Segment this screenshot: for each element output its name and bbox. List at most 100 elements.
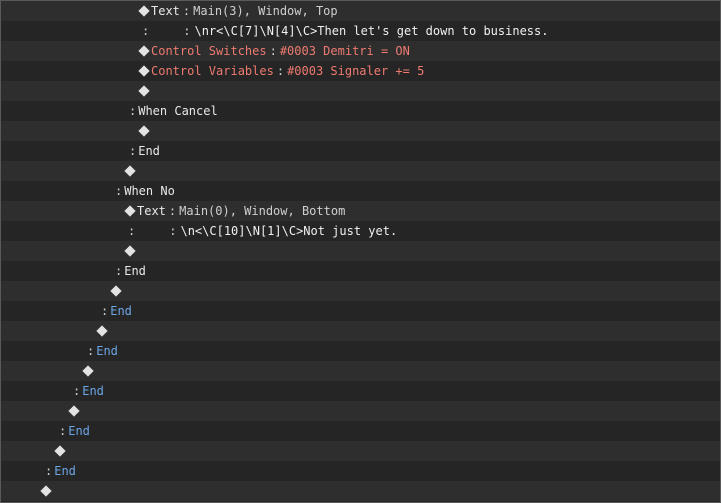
row-content: : When No [115, 181, 175, 201]
row-content [40, 481, 53, 501]
row-content: :: \nr<\C[7]\N[4]\C>Then let's get down t… [138, 21, 548, 41]
row-content [138, 81, 151, 101]
row-content: : End [87, 341, 118, 361]
event-command-rows: Text: Main(3), Window, Top:: \nr<\C[7]\N[4… [1, 1, 720, 501]
command-marker-icon [40, 485, 52, 497]
command-marker-icon [110, 285, 122, 297]
event-command-row[interactable]: :: \n<\C[10]\N[1]\C>Not just yet. [1, 221, 720, 241]
row-content: Control Switches: #0003 Demitri = ON [138, 41, 410, 61]
row-content [96, 321, 109, 341]
command-separator: : [276, 64, 285, 78]
continuation-colon: : [87, 344, 95, 358]
command-name: Control Variables [151, 64, 274, 78]
message-text: \nr<\C[7]\N[4]\C>Then let's get down to … [194, 24, 549, 38]
command-marker-icon [124, 245, 136, 257]
row-content [124, 241, 137, 261]
row-content: : End [73, 381, 104, 401]
event-command-row[interactable] [1, 361, 720, 381]
command-separator: : [168, 204, 177, 218]
command-marker-icon [138, 125, 150, 137]
branch-label: End [138, 144, 160, 158]
event-command-row[interactable]: Text: Main(3), Window, Top [1, 1, 720, 21]
event-command-row[interactable] [1, 121, 720, 141]
branch-label: End [54, 464, 76, 478]
event-command-row[interactable] [1, 241, 720, 261]
row-content [68, 401, 81, 421]
row-content: : End [115, 261, 146, 281]
event-command-row[interactable]: : End [1, 461, 720, 481]
command-name: Text [151, 4, 180, 18]
command-marker-icon [124, 165, 136, 177]
command-marker-icon [68, 405, 80, 417]
command-separator: : [269, 44, 277, 58]
row-content: : End [101, 301, 132, 321]
continuation-colon: : [45, 464, 53, 478]
event-command-row[interactable]: :: \nr<\C[7]\N[4]\C>Then let's get down t… [1, 21, 720, 41]
command-marker-icon [138, 85, 150, 97]
row-content: : End [45, 461, 76, 481]
branch-label: End [82, 384, 104, 398]
event-command-row[interactable]: : When Cancel [1, 101, 720, 121]
event-command-row[interactable]: : End [1, 261, 720, 281]
command-marker-icon [138, 5, 150, 17]
branch-label: End [110, 304, 132, 318]
continuation-colon: : [59, 424, 67, 438]
event-command-row[interactable] [1, 281, 720, 301]
command-marker-icon [96, 325, 108, 337]
continuation-colon: : [115, 264, 123, 278]
command-parameters: #0003 Signaler += 5 [287, 64, 425, 78]
command-marker-icon [54, 445, 66, 457]
command-parameters: Main(0), Window, Bottom [179, 204, 346, 218]
row-content: Text: Main(0), Window, Bottom [124, 201, 345, 221]
continuation-colon: : [169, 224, 177, 238]
continuation-colon: : [142, 24, 150, 38]
branch-label: End [124, 264, 146, 278]
message-text: \n<\C[10]\N[1]\C>Not just yet. [180, 224, 398, 238]
continuation-colon: : [183, 24, 191, 38]
row-content [138, 121, 151, 141]
event-command-row[interactable] [1, 481, 720, 501]
branch-label: End [96, 344, 118, 358]
row-content [110, 281, 123, 301]
continuation-colon: : [115, 184, 123, 198]
command-marker-icon [124, 205, 136, 217]
row-content: :: \n<\C[10]\N[1]\C>Not just yet. [124, 221, 397, 241]
command-name: Text [137, 204, 166, 218]
command-marker-icon [138, 65, 150, 77]
event-command-row[interactable]: : End [1, 301, 720, 321]
continuation-colon: : [129, 104, 137, 118]
event-command-row[interactable] [1, 441, 720, 461]
event-command-row[interactable]: : When No [1, 181, 720, 201]
continuation-colon: : [101, 304, 109, 318]
event-command-row[interactable] [1, 161, 720, 181]
row-content: Control Variables: #0003 Signaler += 5 [138, 61, 424, 81]
event-command-row[interactable]: Control Switches: #0003 Demitri = ON [1, 41, 720, 61]
row-content [124, 161, 137, 181]
event-command-row[interactable]: Control Variables: #0003 Signaler += 5 [1, 61, 720, 81]
event-command-row[interactable]: : End [1, 341, 720, 361]
event-command-row[interactable] [1, 401, 720, 421]
command-parameters: #0003 Demitri = ON [279, 44, 410, 58]
command-marker-icon [138, 45, 150, 57]
row-content [82, 361, 95, 381]
branch-label: End [68, 424, 90, 438]
branch-label: When Cancel [138, 104, 218, 118]
command-marker-icon [82, 365, 94, 377]
event-command-row[interactable]: : End [1, 421, 720, 441]
event-command-row[interactable] [1, 321, 720, 341]
row-content [54, 441, 67, 461]
continuation-colon: : [128, 224, 136, 238]
event-command-row[interactable]: : End [1, 381, 720, 401]
row-content: Text: Main(3), Window, Top [138, 1, 338, 21]
row-content: : End [59, 421, 90, 441]
command-name: Control Switches [151, 44, 267, 58]
command-parameters: Main(3), Window, Top [193, 4, 338, 18]
continuation-colon: : [129, 144, 137, 158]
command-separator: : [182, 4, 191, 18]
row-content: : End [129, 141, 160, 161]
event-command-list[interactable]: Text: Main(3), Window, Top:: \nr<\C[7]\N[4… [0, 0, 721, 503]
event-command-row[interactable]: : End [1, 141, 720, 161]
event-command-row[interactable] [1, 81, 720, 101]
row-content: : When Cancel [129, 101, 218, 121]
event-command-row[interactable]: Text: Main(0), Window, Bottom [1, 201, 720, 221]
